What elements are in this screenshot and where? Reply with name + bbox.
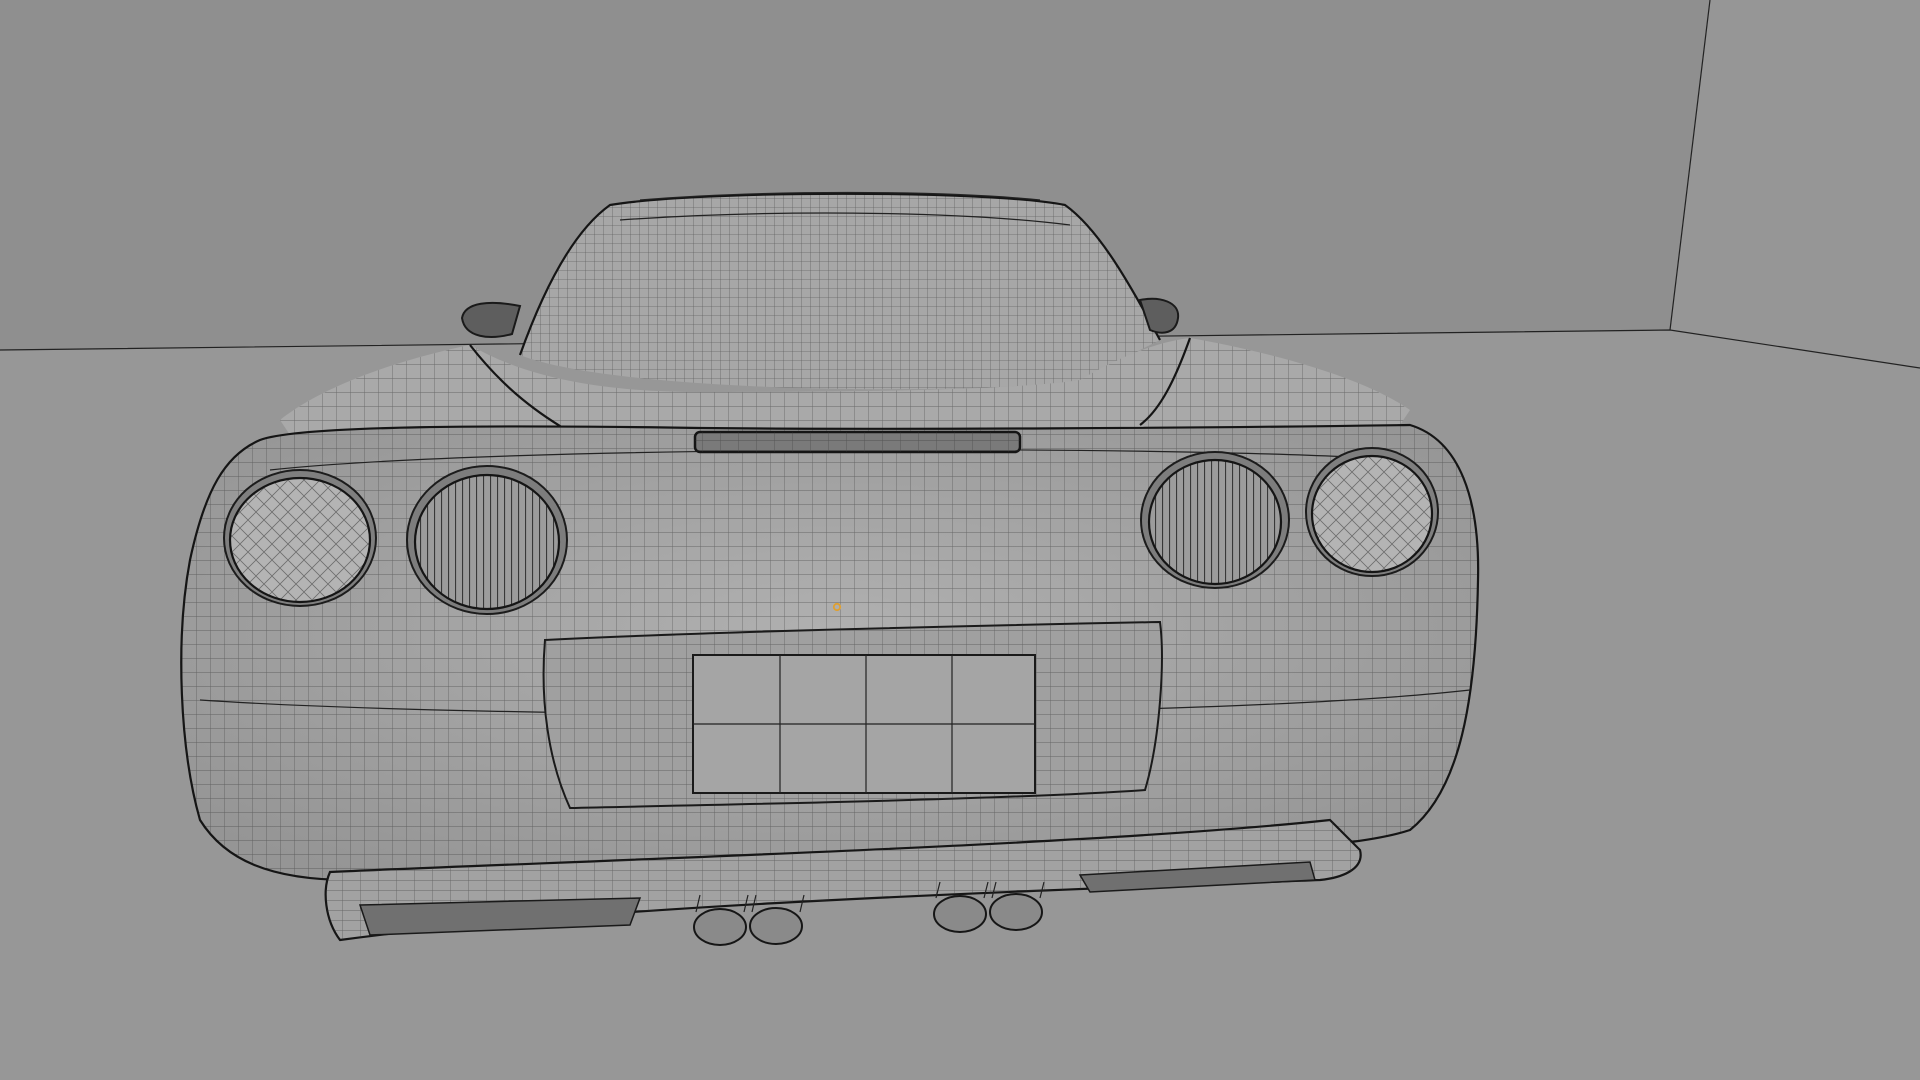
rear-window[interactable] xyxy=(520,193,1160,390)
mirror-left[interactable] xyxy=(460,301,522,338)
side-wall xyxy=(1670,0,1920,368)
taillight-right-outer[interactable] xyxy=(1305,447,1439,577)
3d-viewport[interactable] xyxy=(0,0,1920,1080)
taillight-right-inner[interactable] xyxy=(1140,451,1290,589)
taillight-left-outer[interactable] xyxy=(223,469,377,607)
taillight-left-inner[interactable] xyxy=(406,465,568,615)
